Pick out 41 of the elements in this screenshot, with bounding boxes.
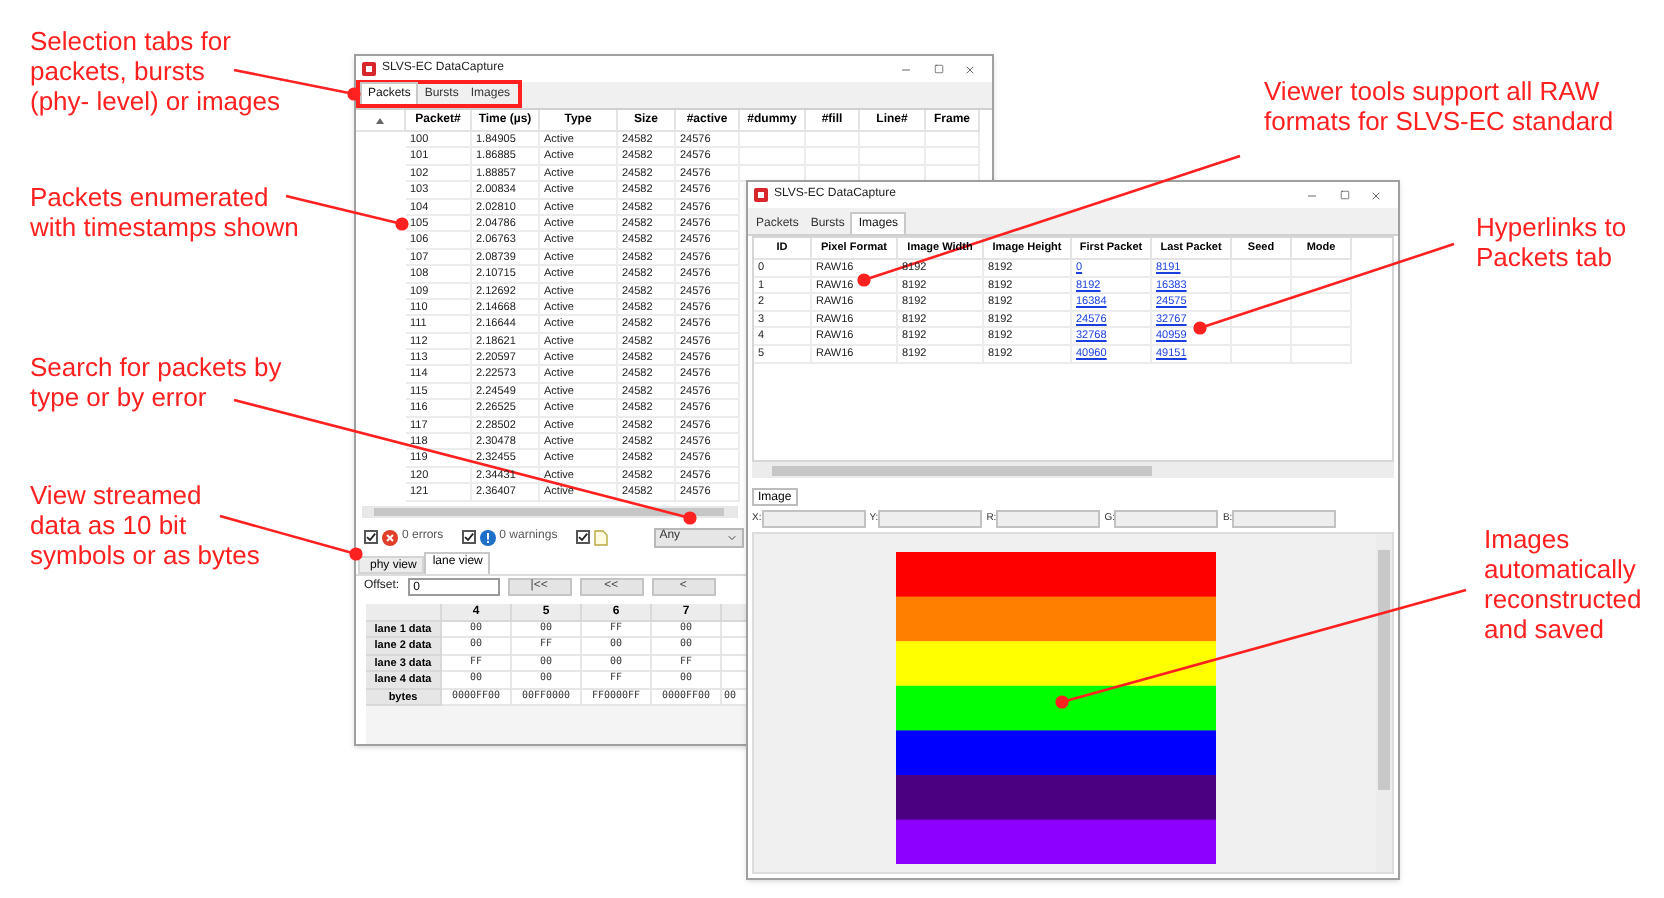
annotation-text: Hyperlinks to Packets tab — [1476, 212, 1627, 272]
note-icon — [593, 529, 608, 546]
horizontal-scrollbar[interactable] — [752, 462, 1394, 478]
header-cell[interactable] — [356, 110, 406, 132]
empty-cell — [1292, 260, 1352, 278]
info-icon — [479, 529, 496, 546]
annotation-text: Selection tabs for packets, bursts (phy- level) or images — [30, 26, 280, 116]
annotation-text: Viewer tools support all RAW formats for SLVS-EC standard — [1264, 76, 1614, 136]
annotation-text: View streamed data as 10 bit symbols or as bytes — [30, 480, 260, 570]
empty-cell — [926, 132, 980, 149]
pixel-field[interactable] — [878, 510, 983, 528]
chevron-down-icon — [725, 531, 738, 544]
horizontal-scrollbar[interactable] — [362, 505, 738, 518]
minimize-icon — [1306, 189, 1318, 201]
pixel-field[interactable] — [761, 510, 866, 528]
close-icon — [1370, 189, 1382, 201]
maximize-icon — [933, 64, 943, 74]
close-icon — [964, 63, 976, 75]
checkbox[interactable] — [575, 530, 590, 545]
annotation-text: Search for packets by type or by error — [30, 352, 282, 412]
minimize-icon — [900, 63, 912, 75]
scrollbar-thumb[interactable] — [374, 507, 724, 516]
checkbox[interactable] — [364, 530, 378, 545]
app-icon — [754, 188, 768, 202]
scrollbar-thumb[interactable] — [772, 465, 1152, 475]
pixel-field[interactable] — [1114, 510, 1219, 528]
empty-cell — [1292, 294, 1352, 312]
empty-cell — [860, 132, 926, 149]
pixel-field[interactable] — [1232, 510, 1337, 528]
annotation-text: Packets enumerated with timestamps shown — [30, 182, 299, 242]
vertical-scrollbar[interactable] — [1376, 534, 1392, 872]
pixel-field[interactable] — [996, 510, 1101, 528]
error-icon — [382, 529, 398, 546]
empty-cell — [806, 132, 860, 149]
app-icon — [362, 62, 376, 76]
maximize-icon — [1339, 190, 1349, 200]
checkbox[interactable] — [461, 530, 476, 545]
annotation-text: Images automatically reconstructed and saved — [1484, 524, 1642, 644]
empty-cell — [1292, 277, 1352, 295]
scrollbar-thumb[interactable] — [1378, 550, 1390, 790]
sort-up-icon — [376, 117, 384, 123]
